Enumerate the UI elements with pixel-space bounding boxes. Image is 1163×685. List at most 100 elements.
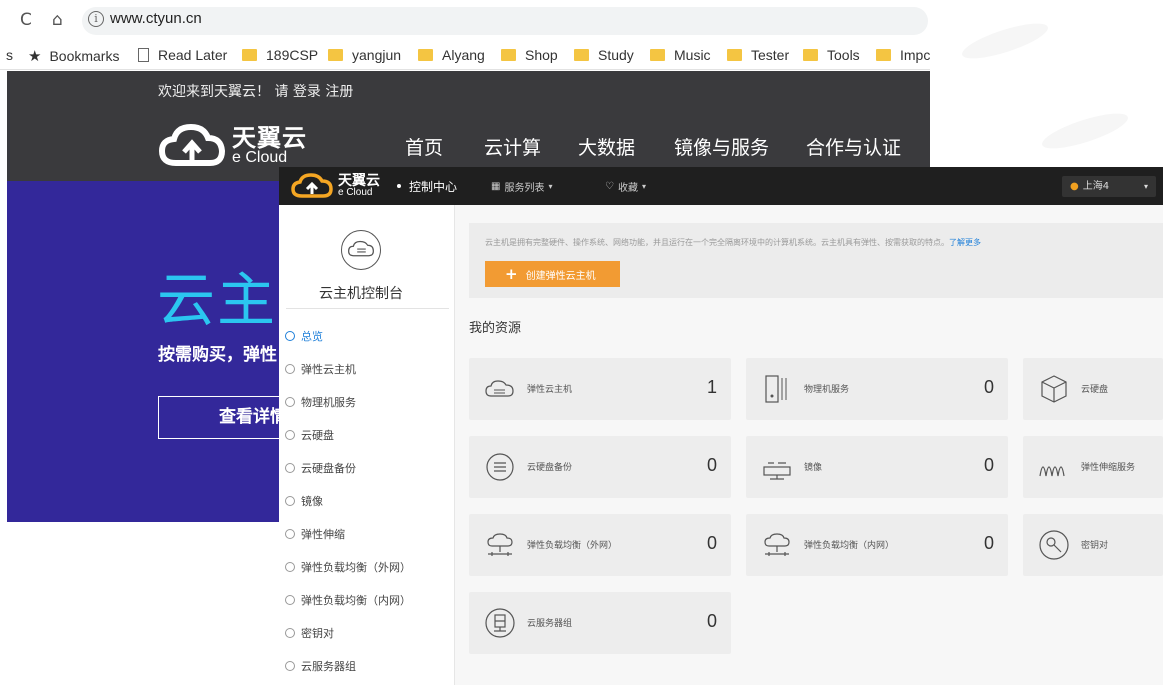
control-center-label[interactable]: 控制中心	[409, 178, 457, 195]
key-icon	[1039, 530, 1069, 560]
resource-count: 0	[706, 533, 717, 553]
bookmark-read-later[interactable]: Read Later	[138, 47, 227, 63]
resource-label: 弹性伸缩服务	[1081, 463, 1136, 473]
sidebar-item-physical-server[interactable]: 物理机服务	[279, 385, 455, 418]
sidebar-item-cloud-disk[interactable]: 云硬盘	[279, 418, 455, 451]
sidebar-item-image[interactable]: 镜像	[279, 484, 455, 517]
resource-card-auto-scaling[interactable]: 弹性伸缩服务	[1023, 436, 1163, 498]
bookmark-folder[interactable]: Music	[650, 47, 711, 63]
resource-card-cloud-disk[interactable]: 云硬盘	[1023, 358, 1163, 420]
nav-big-data[interactable]: 大数据	[578, 133, 635, 160]
create-cloud-server-button[interactable]: + 创建弹性云主机	[485, 261, 620, 287]
sidebar-item-elb-internal[interactable]: 弹性负载均衡（内网）	[279, 583, 455, 616]
resource-card-disk-backup[interactable]: 云硬盘备份 0	[469, 436, 731, 498]
resource-count: 1	[706, 377, 717, 397]
location-pin-icon: ●	[1070, 181, 1079, 192]
server-group-icon	[485, 608, 515, 638]
favorites-menu[interactable]: ♡ 收藏 ▾	[605, 179, 646, 194]
sidebar-item-label: 弹性负载均衡（内网）	[301, 593, 411, 607]
resource-card-server-group[interactable]: 云服务器组 0	[469, 592, 731, 654]
folder-icon	[650, 49, 665, 61]
resource-card-cloud-server[interactable]: 弹性云主机 1	[469, 358, 731, 420]
bookmark-label: Tester	[751, 47, 790, 63]
hero-subtitle: 按需购买，弹性	[158, 345, 277, 365]
resource-card-physical-server[interactable]: 物理机服务 0	[746, 358, 1008, 420]
bookmark-folder[interactable]: yangjun	[328, 47, 401, 63]
resource-label: 弹性负载均衡（内网）	[804, 541, 895, 551]
resource-card-elb-external[interactable]: 弹性负载均衡（外网） 0	[469, 514, 731, 576]
bookmark-folder[interactable]: Tester	[727, 47, 789, 63]
image-icon	[285, 495, 295, 506]
console-logo-text: 天翼云 e Cloud	[338, 174, 380, 198]
address-bar: C ⌂ i www.ctyun.cn	[0, 0, 930, 40]
bookmark-folder[interactable]: Study	[574, 47, 634, 63]
bookmark-label: Shop	[525, 47, 558, 63]
disk-icon	[285, 429, 295, 440]
bookmark-folder[interactable]: Impc	[876, 47, 930, 63]
bookmark-label: Impc	[900, 47, 930, 63]
site-logo[interactable]: 天翼云 e Cloud	[158, 123, 307, 169]
welcome-bar[interactable]: 欢迎来到天翼云！ 请 登录 注册	[158, 81, 353, 101]
nav-partners[interactable]: 合作与认证	[806, 133, 901, 160]
info-icon[interactable]: i	[88, 11, 104, 27]
cube-icon	[1041, 375, 1067, 403]
resource-count: 0	[706, 611, 717, 631]
resource-count: 0	[983, 377, 994, 397]
chevron-down-icon: ▾	[1143, 182, 1148, 191]
sidebar-item-overview[interactable]: 总览	[279, 319, 455, 352]
logo-cn: 天翼云	[232, 124, 307, 152]
sidebar-title: 云主机控制台	[319, 286, 403, 302]
sidebar-item-auto-scaling[interactable]: 弹性伸缩	[279, 517, 455, 550]
page-icon	[138, 48, 149, 62]
bookmark-label: Music	[674, 47, 711, 63]
sidebar-item-label: 弹性伸缩	[301, 527, 345, 541]
background-decoration	[1038, 106, 1132, 156]
resource-card-image[interactable]: 镜像 0	[746, 436, 1008, 498]
bookmark-folder[interactable]: 189CSP	[242, 47, 318, 63]
sidebar-item-label: 云服务器组	[301, 659, 356, 673]
sidebar-item-label: 密钥对	[301, 626, 334, 640]
sidebar-item-label: 云硬盘备份	[301, 461, 356, 475]
scaling-icon	[1039, 466, 1065, 477]
cloud-server-icon	[485, 380, 514, 397]
home-icon[interactable]: ⌂	[52, 10, 63, 30]
bookmark-folder[interactable]: Shop	[501, 47, 558, 63]
favorites-label: 收藏	[617, 183, 638, 194]
nav-home[interactable]: 首页	[405, 133, 443, 160]
bookmark-overflow[interactable]: s	[6, 47, 13, 63]
nav-cloud-computing[interactable]: 云计算	[484, 133, 541, 160]
url-field[interactable]	[82, 7, 928, 35]
sidebar-item-server-group[interactable]: 云服务器组	[279, 649, 455, 682]
resource-card-elb-internal[interactable]: 弹性负载均衡（内网） 0	[746, 514, 1008, 576]
console-logo[interactable]: 天翼云 e Cloud	[291, 173, 380, 199]
bookmark-label: Read Later	[158, 47, 228, 63]
bookmark-folder[interactable]: Alyang	[418, 47, 485, 63]
nav-images-services[interactable]: 镜像与服务	[674, 133, 769, 160]
learn-more-link[interactable]: 了解更多	[949, 238, 981, 247]
create-button-label: 创建弹性云主机	[525, 271, 596, 282]
sidebar-item-elastic-cloud-server[interactable]: 弹性云主机	[279, 352, 455, 385]
reload-icon[interactable]: C	[20, 10, 32, 30]
region-label: 上海4	[1082, 181, 1110, 192]
sidebar-item-disk-backup[interactable]: 云硬盘备份	[279, 451, 455, 484]
console-header: 天翼云 e Cloud 控制中心 ▦ 服务列表 ▾ ♡ 收藏 ▾ ● 上海4 ▾	[279, 167, 1163, 205]
logo-cn: 天翼云	[338, 173, 380, 189]
bookmark-folder[interactable]: Tools	[803, 47, 860, 63]
sidebar-item-elb-external[interactable]: 弹性负载均衡（外网）	[279, 550, 455, 583]
resource-count: 0	[706, 455, 717, 475]
sidebar-item-key-pair[interactable]: 密钥对	[279, 616, 455, 649]
resource-card-key-pair[interactable]: 密钥对	[1023, 514, 1163, 576]
url-text[interactable]: www.ctyun.cn	[110, 10, 202, 27]
service-list-menu[interactable]: ▦ 服务列表 ▾	[491, 179, 552, 194]
intro-panel: 云主机是拥有完整硬件、操作系统、网络功能，并且运行在一个完全隔离环境中的计算机系…	[469, 223, 1163, 298]
cloud-logo-icon	[158, 123, 226, 166]
resource-label: 物理机服务	[804, 385, 850, 395]
resources-title: 我的资源	[469, 321, 522, 336]
folder-icon	[328, 49, 343, 61]
screenshot-root: C ⌂ i www.ctyun.cn s ★ Bookmarks Read Lat…	[0, 0, 1163, 685]
folder-icon	[501, 49, 516, 61]
folder-icon	[242, 49, 257, 61]
bookmark-label: Bookmarks	[49, 48, 120, 64]
bookmark-bookmarks[interactable]: ★ Bookmarks	[28, 47, 119, 65]
region-selector[interactable]: ● 上海4 ▾	[1062, 176, 1156, 197]
